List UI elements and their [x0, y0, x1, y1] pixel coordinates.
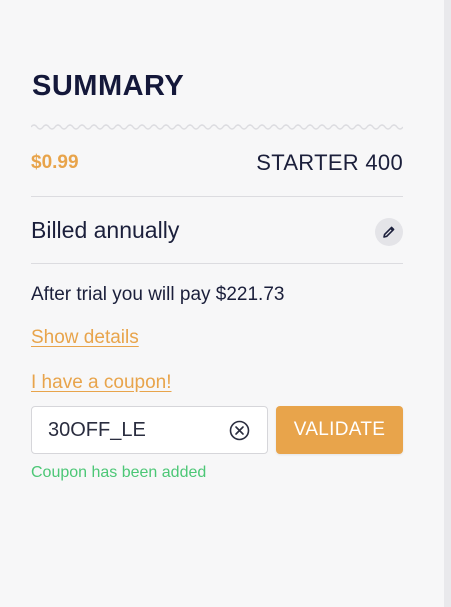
divider	[31, 196, 403, 197]
summary-panel: SUMMARY $0.99 STARTER 400 Billed annuall…	[0, 0, 444, 607]
coupon-field	[31, 406, 268, 454]
price-row: $0.99 STARTER 400	[31, 150, 403, 178]
coupon-link[interactable]: I have a coupon!	[31, 372, 172, 394]
clear-circle-icon[interactable]	[229, 420, 250, 441]
divider	[31, 263, 403, 264]
pencil-icon	[383, 226, 395, 238]
wavy-divider	[31, 124, 403, 130]
billing-period: Billed annually	[31, 217, 180, 243]
summary-title: SUMMARY	[32, 70, 185, 102]
coupon-input[interactable]	[48, 417, 218, 443]
edit-billing-button[interactable]	[375, 218, 403, 246]
show-details-link[interactable]: Show details	[31, 327, 139, 349]
validate-button[interactable]: VALIDATE	[276, 406, 403, 454]
trial-price: $0.99	[31, 152, 79, 173]
coupon-status-message: Coupon has been added	[31, 464, 207, 481]
panel-edge	[444, 0, 451, 607]
plan-name: STARTER 400	[256, 150, 403, 175]
after-trial-text: After trial you will pay $221.73	[31, 284, 285, 305]
